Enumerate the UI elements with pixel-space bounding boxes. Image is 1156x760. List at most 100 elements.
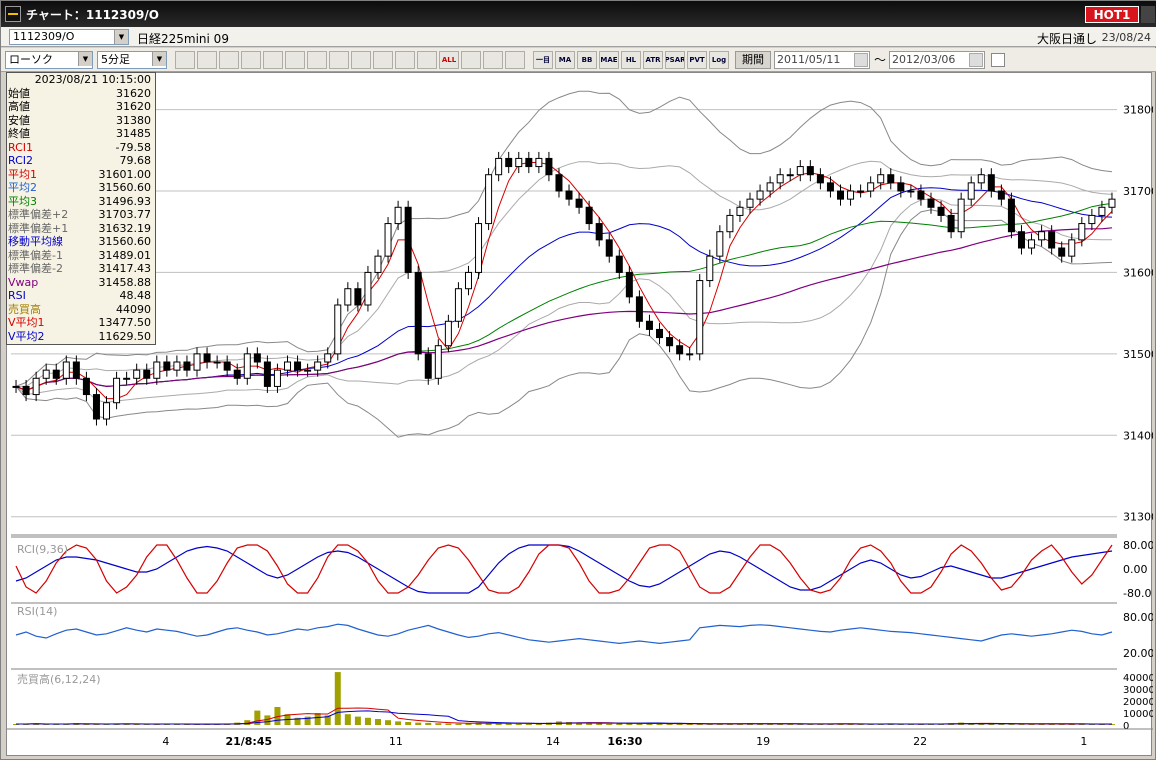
date-to-field[interactable]: 2012/03/06 — [889, 50, 986, 69]
candle-body — [625, 271, 633, 298]
chevron-down-icon[interactable]: ▼ — [78, 51, 92, 66]
symbol-code-select[interactable]: 1112309/O ▼ — [9, 29, 129, 45]
candle-body — [555, 174, 563, 192]
data-window-row: 標準偏差+2 31703.77 — [7, 208, 155, 222]
chart-area[interactable]: 31800 31700 31600 31500 31400 31300 80.00 0.00 -… — [6, 72, 1156, 757]
candle-body — [424, 353, 432, 379]
chevron-down-icon[interactable]: ▼ — [152, 51, 166, 66]
data-window-label: 標準偏差+2 — [8, 208, 69, 221]
candle-body — [1028, 239, 1036, 249]
data-window-label: 高値 — [8, 100, 30, 113]
interval-select[interactable]: 5分足 ▼ — [97, 50, 167, 69]
candle-body — [495, 157, 503, 176]
chart-svg[interactable]: 31800 31700 31600 31500 31400 31300 80.00 0.00 -… — [7, 73, 1156, 757]
redo-icon[interactable] — [373, 50, 393, 69]
x-axis-label: 1 — [1080, 735, 1087, 748]
merge-icon[interactable] — [417, 50, 437, 69]
fill-icon[interactable] — [461, 50, 481, 69]
candle-body — [1048, 231, 1056, 249]
warning-icon[interactable] — [307, 50, 327, 69]
calendar-icon[interactable] — [969, 52, 984, 67]
compare-icon[interactable] — [285, 50, 305, 69]
indicator-button[interactable]: BB — [577, 50, 597, 69]
volume-bar — [656, 723, 663, 725]
palette-icon[interactable] — [505, 50, 525, 69]
data-window-label: V平均1 — [8, 316, 45, 329]
indicator-button[interactable]: 一目 — [533, 50, 553, 69]
chart-type-value: ローソク — [9, 52, 53, 66]
candle-body — [726, 214, 734, 233]
candle-body — [263, 361, 271, 387]
grid-icon[interactable] — [263, 50, 283, 69]
data-window-label: 売買高 — [8, 302, 41, 316]
pen-icon[interactable] — [329, 50, 349, 69]
candle-body — [645, 320, 653, 330]
data-window-row: 高値 31620 — [7, 100, 155, 114]
x-axis-label: 16:30 — [607, 735, 642, 748]
crosshair-icon[interactable] — [197, 50, 217, 69]
calendar-icon[interactable] — [854, 52, 868, 67]
candle-body — [163, 361, 171, 371]
data-window-value: 48.48 — [119, 289, 152, 302]
candle-body — [324, 353, 332, 363]
bollinger-upper-2 — [15, 90, 1113, 387]
chevron-down-icon[interactable]: ▼ — [114, 30, 128, 44]
volume-bar — [425, 722, 432, 725]
candle-body — [82, 377, 90, 396]
download-icon[interactable] — [219, 50, 239, 69]
candle-body — [525, 157, 533, 168]
data-window-value: 31489.01 — [98, 248, 152, 262]
bollinger-upper-1 — [16, 160, 1113, 387]
split-icon[interactable] — [395, 50, 415, 69]
indicator-button[interactable]: MA — [555, 50, 575, 69]
candle-body — [635, 296, 643, 322]
zoom-icon[interactable] — [175, 50, 195, 69]
rci-panel-label: RCI(9,36) — [17, 543, 69, 556]
indicator-button[interactable]: PSAR — [665, 50, 685, 69]
wrench-icon[interactable] — [483, 50, 503, 69]
cursor-icon[interactable] — [351, 50, 371, 69]
candle-body — [746, 198, 754, 208]
data-window-label: Vwap — [8, 275, 39, 289]
indicator-button[interactable]: HL — [621, 50, 641, 69]
candle-body — [1038, 231, 1046, 241]
x-axis-label: 22 — [913, 735, 927, 748]
candle-body — [887, 174, 895, 184]
chart-type-select[interactable]: ローソク ▼ — [5, 50, 93, 69]
data-window-value: 31632.19 — [98, 221, 152, 235]
window-menu-button[interactable] — [1141, 6, 1155, 23]
price-tick-label: 31300 — [1123, 511, 1153, 524]
hot1-badge[interactable]: HOT1 — [1085, 6, 1139, 23]
period-button[interactable]: 期間 — [735, 50, 771, 69]
candle-body — [404, 206, 412, 273]
data-window-value: 31703.77 — [98, 208, 152, 221]
indicator-button[interactable]: Log — [709, 50, 729, 69]
data-window-value: 11629.50 — [98, 329, 152, 343]
candle-body — [535, 157, 543, 168]
volume-tick-label: 0 — [1123, 721, 1129, 732]
data-window-value: 13477.50 — [98, 316, 152, 329]
candle-body — [686, 353, 694, 356]
date-from-field[interactable]: 2011/05/11 — [774, 50, 870, 69]
candle-body — [223, 361, 231, 371]
data-window-row: 標準偏差-1 31489.01 — [7, 249, 155, 263]
candle-body — [1058, 247, 1066, 257]
data-window-value: 31380 — [116, 113, 151, 127]
data-window-label: 標準偏差+1 — [8, 221, 69, 235]
interval-value: 5分足 — [101, 52, 130, 66]
candle-body — [515, 157, 523, 168]
data-window-row: 終値 31485 — [7, 127, 155, 141]
volume-tick-label: 10000 — [1123, 709, 1153, 720]
indicator-button[interactable]: MAE — [599, 50, 619, 69]
indicator-button[interactable]: ATR — [643, 50, 663, 69]
candle-body — [987, 174, 995, 192]
period-checkbox[interactable] — [991, 52, 1006, 67]
indicator-button[interactable]: PVT — [687, 50, 707, 69]
magnifier-icon[interactable] — [241, 50, 261, 69]
candle-body — [816, 174, 824, 184]
candle-body — [1007, 198, 1015, 233]
candle-body — [907, 190, 915, 193]
all-button[interactable]: ALL — [439, 50, 459, 69]
candle-body — [12, 385, 20, 388]
data-window-row: 標準偏差-2 31417.43 — [7, 262, 155, 276]
